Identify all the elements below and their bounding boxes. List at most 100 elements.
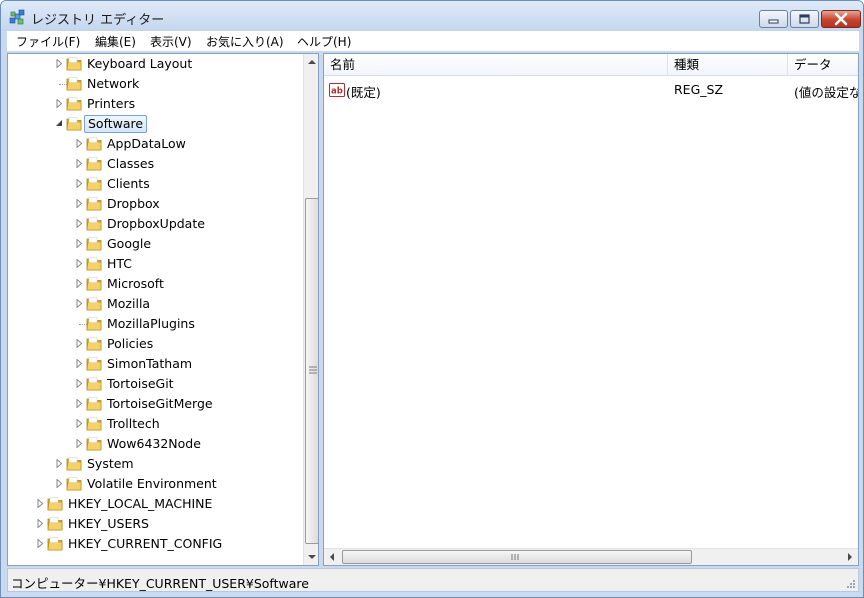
- tree-item-label: MozillaPlugins: [107, 316, 195, 331]
- tree-scroll-thumb[interactable]: [305, 198, 318, 544]
- tree-item-label: Volatile Environment: [87, 476, 217, 491]
- scroll-up-arrow-icon[interactable]: [304, 54, 319, 70]
- string-value-icon: ab: [329, 83, 345, 97]
- column-name[interactable]: 名前: [324, 54, 668, 76]
- tree-item[interactable]: SimonTatham: [8, 354, 298, 374]
- collapsed-arrow-icon[interactable]: [75, 419, 83, 428]
- folder-icon: [66, 97, 82, 111]
- status-path: コンピューター¥HKEY_CURRENT_USER¥Software: [11, 576, 309, 591]
- tree-item[interactable]: Network: [8, 74, 298, 94]
- tree-item[interactable]: TortoiseGit: [8, 374, 298, 394]
- scroll-down-arrow-icon[interactable]: [304, 549, 319, 565]
- collapsed-arrow-icon[interactable]: [75, 299, 83, 308]
- resize-grip-icon[interactable]: [844, 577, 856, 589]
- collapsed-arrow-icon[interactable]: [75, 179, 83, 188]
- tree-item[interactable]: Classes: [8, 154, 298, 174]
- folder-icon: [86, 437, 102, 451]
- tree-item-label: Clients: [107, 176, 150, 191]
- collapsed-arrow-icon[interactable]: [75, 159, 83, 168]
- collapsed-arrow-icon[interactable]: [75, 259, 83, 268]
- folder-icon: [86, 397, 102, 411]
- collapsed-arrow-icon[interactable]: [75, 379, 83, 388]
- collapsed-arrow-icon[interactable]: [75, 239, 83, 248]
- tree-item[interactable]: System: [8, 454, 298, 474]
- svg-text:ab: ab: [331, 87, 343, 97]
- title-bar[interactable]: レジストリ エディター: [1, 1, 863, 31]
- tree-item-label: Mozilla: [107, 296, 151, 311]
- tree-item-label: TortoiseGitMerge: [107, 396, 213, 411]
- menu-bar: ファイル(F) 編集(E) 表示(V) お気に入り(A) ヘルプ(H): [7, 31, 859, 51]
- tree-item[interactable]: HKEY_LOCAL_MACHINE: [8, 494, 298, 514]
- list-scroll-thumb[interactable]: [342, 550, 692, 564]
- registry-editor-icon: [9, 9, 25, 25]
- maximize-button[interactable]: [790, 10, 819, 28]
- tree-item-label: AppDataLow: [107, 136, 186, 151]
- collapsed-arrow-icon[interactable]: [75, 399, 83, 408]
- tree-item[interactable]: HTC: [8, 254, 298, 274]
- tree-item[interactable]: Google: [8, 234, 298, 254]
- close-button[interactable]: [821, 10, 861, 28]
- folder-icon: [86, 317, 102, 331]
- tree-item[interactable]: HKEY_USERS: [8, 514, 298, 534]
- collapsed-arrow-icon[interactable]: [75, 219, 83, 228]
- tree-item[interactable]: Dropbox: [8, 194, 298, 214]
- collapsed-arrow-icon[interactable]: [75, 439, 83, 448]
- collapsed-arrow-icon[interactable]: [75, 279, 83, 288]
- tree-item[interactable]: DropboxUpdate: [8, 214, 298, 234]
- registry-key-tree[interactable]: Keyboard Layout Network Printers Software Ap…: [7, 53, 319, 566]
- scroll-left-arrow-icon[interactable]: [324, 549, 340, 565]
- folder-icon: [47, 497, 63, 511]
- folder-icon: [66, 77, 82, 91]
- folder-icon: [86, 357, 102, 371]
- collapsed-arrow-icon[interactable]: [75, 139, 83, 148]
- scroll-right-arrow-icon[interactable]: [842, 549, 858, 565]
- collapsed-arrow-icon[interactable]: [55, 99, 63, 108]
- collapsed-arrow-icon[interactable]: [36, 539, 44, 548]
- tree-item[interactable]: Printers: [8, 94, 298, 114]
- collapsed-arrow-icon[interactable]: [75, 199, 83, 208]
- list-header: 名前 種類 データ: [324, 54, 858, 76]
- tree-item[interactable]: Clients: [8, 174, 298, 194]
- tree-item[interactable]: Wow6432Node: [8, 434, 298, 454]
- column-type[interactable]: 種類: [668, 54, 788, 76]
- folder-icon: [47, 517, 63, 531]
- expanded-arrow-icon[interactable]: [55, 119, 63, 128]
- tree-item[interactable]: Mozilla: [8, 294, 298, 314]
- menu-file[interactable]: ファイル(F): [16, 33, 80, 50]
- tree-item[interactable]: MozillaPlugins: [8, 314, 298, 334]
- collapsed-arrow-icon[interactable]: [36, 519, 44, 528]
- collapsed-arrow-icon[interactable]: [75, 359, 83, 368]
- tree-item[interactable]: Trolltech: [8, 414, 298, 434]
- collapsed-arrow-icon[interactable]: [55, 459, 63, 468]
- column-data[interactable]: データ: [788, 54, 858, 76]
- folder-icon: [66, 457, 82, 471]
- window-title: レジストリ エディター: [31, 13, 165, 28]
- tree-item[interactable]: AppDataLow: [8, 134, 298, 154]
- collapsed-arrow-icon[interactable]: [36, 499, 44, 508]
- tree-item[interactable]: HKEY_CURRENT_CONFIG: [8, 534, 298, 554]
- minimize-button[interactable]: [759, 10, 788, 28]
- menu-view[interactable]: 表示(V): [150, 33, 192, 50]
- tree-item-label: Wow6432Node: [107, 436, 201, 451]
- list-item[interactable]: ab (既定) REG_SZ (値の設定なし): [324, 80, 858, 100]
- collapsed-arrow-icon[interactable]: [75, 339, 83, 348]
- menu-help[interactable]: ヘルプ(H): [297, 33, 351, 50]
- tree-item[interactable]: TortoiseGitMerge: [8, 394, 298, 414]
- tree-item[interactable]: Policies: [8, 334, 298, 354]
- collapsed-arrow-icon[interactable]: [55, 479, 63, 488]
- folder-icon: [86, 337, 102, 351]
- menu-edit[interactable]: 編集(E): [95, 33, 136, 50]
- folder-icon: [66, 57, 82, 71]
- tree-item-label: System: [87, 456, 134, 471]
- list-horizontal-scrollbar[interactable]: [324, 548, 858, 565]
- registry-value-list[interactable]: 名前 種類 データ ab (既定) REG_SZ (値の設定なし): [323, 53, 859, 566]
- menu-favorites[interactable]: お気に入り(A): [206, 33, 284, 50]
- tree-vertical-scrollbar[interactable]: [303, 54, 319, 565]
- tree-item-label: Software: [84, 115, 148, 133]
- tree-item[interactable]: Software: [8, 114, 298, 134]
- tree-item[interactable]: Volatile Environment: [8, 474, 298, 494]
- tree-item[interactable]: Keyboard Layout: [8, 54, 298, 74]
- collapsed-arrow-icon[interactable]: [55, 59, 63, 68]
- registry-editor-window: レジストリ エディター ファイル(F) 編集(E) 表示(V) お気に入り(A)…: [0, 0, 864, 598]
- tree-item[interactable]: Microsoft: [8, 274, 298, 294]
